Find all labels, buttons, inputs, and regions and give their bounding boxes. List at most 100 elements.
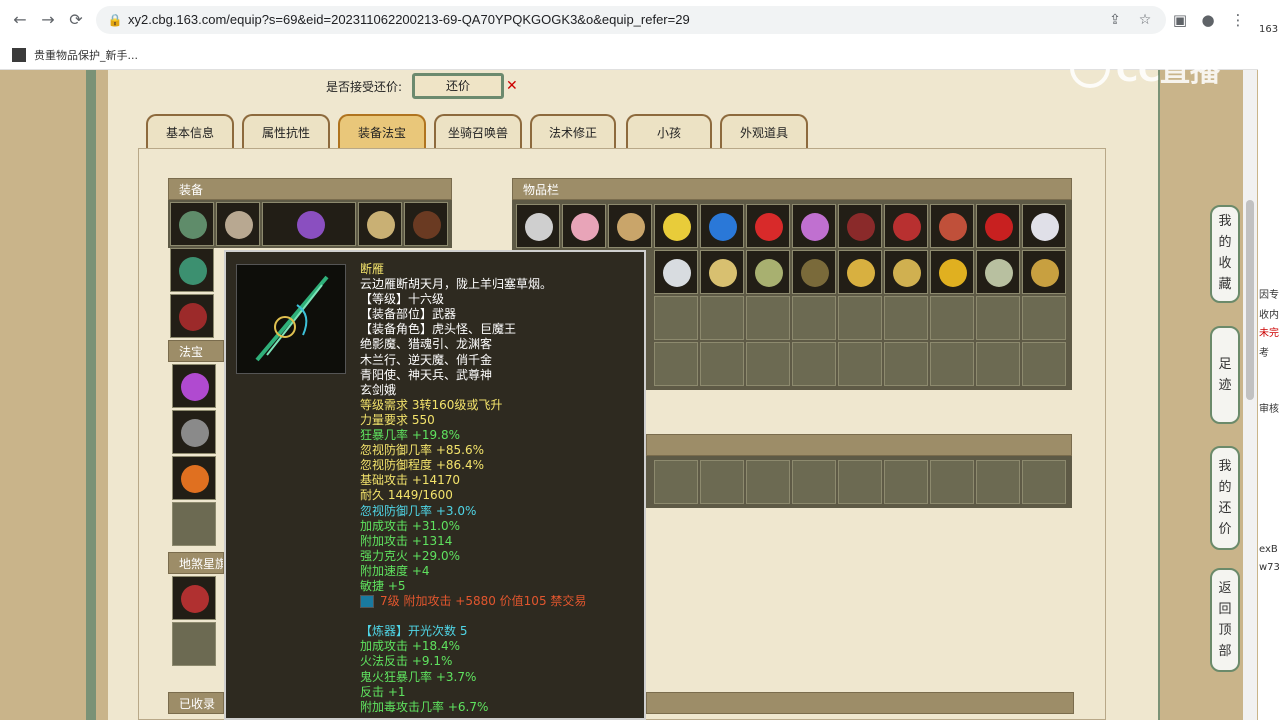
item-slot[interactable] — [746, 204, 790, 248]
item-slot-empty[interactable] — [838, 296, 882, 340]
reload-icon[interactable]: ⟳ — [64, 8, 88, 32]
item-slot[interactable] — [1022, 204, 1066, 248]
equip-slot-weapon[interactable] — [170, 248, 214, 292]
tooltip-line-text: 火法反击 +9.1% — [360, 654, 453, 669]
side-text: 163 — [1259, 24, 1279, 35]
tab-spell-modifier[interactable]: 法术修正 — [530, 114, 616, 150]
item-slot-empty[interactable] — [792, 296, 836, 340]
item-slot-empty[interactable] — [746, 342, 790, 386]
item-slot-empty[interactable] — [792, 342, 836, 386]
item-slot-empty[interactable] — [654, 296, 698, 340]
item-slot[interactable] — [838, 250, 882, 294]
item-slot[interactable] — [884, 250, 928, 294]
close-icon[interactable]: ✕ — [1256, 90, 1280, 114]
item-slot-empty[interactable] — [1022, 296, 1066, 340]
item-slot[interactable] — [700, 250, 744, 294]
item-slot-empty[interactable] — [976, 296, 1020, 340]
tooltip-line: 【装备部位】武器 — [360, 307, 644, 322]
items-panel-header: 物品栏 — [512, 178, 1072, 200]
equip-slot-character[interactable] — [262, 202, 356, 246]
pouch-icon — [571, 213, 599, 241]
item-slot-empty[interactable] — [930, 296, 974, 340]
tab-appearance[interactable]: 外观道具 — [720, 114, 808, 150]
offer-close-icon[interactable]: ✕ — [506, 78, 518, 94]
counter-offer-button[interactable]: 还价 — [412, 73, 505, 99]
share-icon[interactable]: ⇪ — [1106, 11, 1124, 29]
bookmark-item[interactable]: 贵重物品保护_新手... — [12, 46, 138, 64]
item-slot[interactable] — [976, 204, 1020, 248]
bookmark-star-icon[interactable]: ☆ — [1136, 11, 1154, 29]
storage-slot[interactable] — [930, 460, 974, 504]
treasure-slot-3[interactable] — [172, 456, 216, 500]
scrollbar-thumb[interactable] — [1246, 200, 1254, 400]
item-slot[interactable] — [792, 204, 836, 248]
equip-slot-claw[interactable] — [358, 202, 402, 246]
lock-icon[interactable]: 🔒 — [106, 11, 124, 29]
item-slot[interactable] — [838, 204, 882, 248]
tooltip-line-text: 【装备部位】武器 — [360, 307, 457, 322]
orb-icon — [179, 303, 207, 331]
equip-slot-ring[interactable] — [404, 202, 448, 246]
my-offers-button[interactable]: 我的还价 — [1210, 446, 1240, 550]
tooltip-line-text: 鬼火狂暴几率 +3.7% — [360, 669, 477, 684]
jade-belt-icon — [985, 259, 1013, 287]
storage-slot[interactable] — [792, 460, 836, 504]
sidebar-icon[interactable]: ▣ — [1168, 8, 1192, 32]
item-slot[interactable] — [654, 204, 698, 248]
item-slot-empty[interactable] — [700, 342, 744, 386]
storage-slot[interactable] — [700, 460, 744, 504]
side-text: exB — [1259, 544, 1278, 555]
item-slot[interactable] — [1022, 250, 1066, 294]
item-slot[interactable] — [654, 250, 698, 294]
item-slot[interactable] — [562, 204, 606, 248]
back-icon[interactable]: ← — [8, 8, 32, 32]
back-to-top-button[interactable]: 返回顶部 — [1210, 568, 1240, 672]
equip-slot-helmet[interactable] — [170, 202, 214, 246]
tooltip-line: 【炼器】开光次数 5 — [360, 624, 644, 639]
forward-icon[interactable]: → — [36, 8, 60, 32]
tab-attributes[interactable]: 属性抗性 — [242, 114, 330, 150]
item-slot[interactable] — [930, 250, 974, 294]
address-bar[interactable]: 🔒 xy2.cbg.163.com/equip?s=69&eid=2023110… — [96, 6, 1166, 34]
my-favorites-button[interactable]: 我的收藏 — [1210, 205, 1240, 303]
menu-icon[interactable]: ⋮ — [1226, 8, 1250, 32]
equip-slot-hat[interactable] — [216, 202, 260, 246]
item-slot[interactable] — [976, 250, 1020, 294]
item-slot-empty[interactable] — [654, 342, 698, 386]
item-slot-empty[interactable] — [930, 342, 974, 386]
tab-mount-summon[interactable]: 坐骑召唤兽 — [434, 114, 522, 150]
item-slot-empty[interactable] — [838, 342, 882, 386]
profile-icon[interactable]: ● — [1196, 8, 1220, 32]
storage-slot[interactable] — [884, 460, 928, 504]
item-slot-empty[interactable] — [884, 342, 928, 386]
item-slot[interactable] — [746, 250, 790, 294]
gold-necklace-icon — [847, 259, 875, 287]
star-slot-1[interactable] — [172, 576, 216, 620]
tab-basic-info[interactable]: 基本信息 — [146, 114, 234, 150]
storage-slot[interactable] — [654, 460, 698, 504]
item-slot[interactable] — [700, 204, 744, 248]
item-slot-empty[interactable] — [700, 296, 744, 340]
storage-slot[interactable] — [746, 460, 790, 504]
treasure-slot-2[interactable] — [172, 410, 216, 454]
item-slot-empty[interactable] — [746, 296, 790, 340]
storage-slot[interactable] — [976, 460, 1020, 504]
star-slot-2[interactable] — [172, 622, 216, 666]
storage-slot[interactable] — [838, 460, 882, 504]
item-slot-empty[interactable] — [1022, 342, 1066, 386]
item-slot-empty[interactable] — [976, 342, 1020, 386]
item-slot[interactable] — [608, 204, 652, 248]
treasure-slot-4[interactable] — [172, 502, 216, 546]
equip-slot-orb[interactable] — [170, 294, 214, 338]
footprint-button[interactable]: 足迹 — [1210, 326, 1240, 424]
tab-child[interactable]: 小孩 — [626, 114, 712, 150]
item-slot[interactable] — [930, 204, 974, 248]
treasure-slot-1[interactable] — [172, 364, 216, 408]
item-slot[interactable] — [884, 204, 928, 248]
storage-slot[interactable] — [1022, 460, 1066, 504]
tab-equipment[interactable]: 装备法宝 — [338, 114, 426, 150]
page-scrollbar[interactable] — [1243, 70, 1257, 720]
item-slot[interactable] — [792, 250, 836, 294]
item-slot[interactable] — [516, 204, 560, 248]
item-slot-empty[interactable] — [884, 296, 928, 340]
